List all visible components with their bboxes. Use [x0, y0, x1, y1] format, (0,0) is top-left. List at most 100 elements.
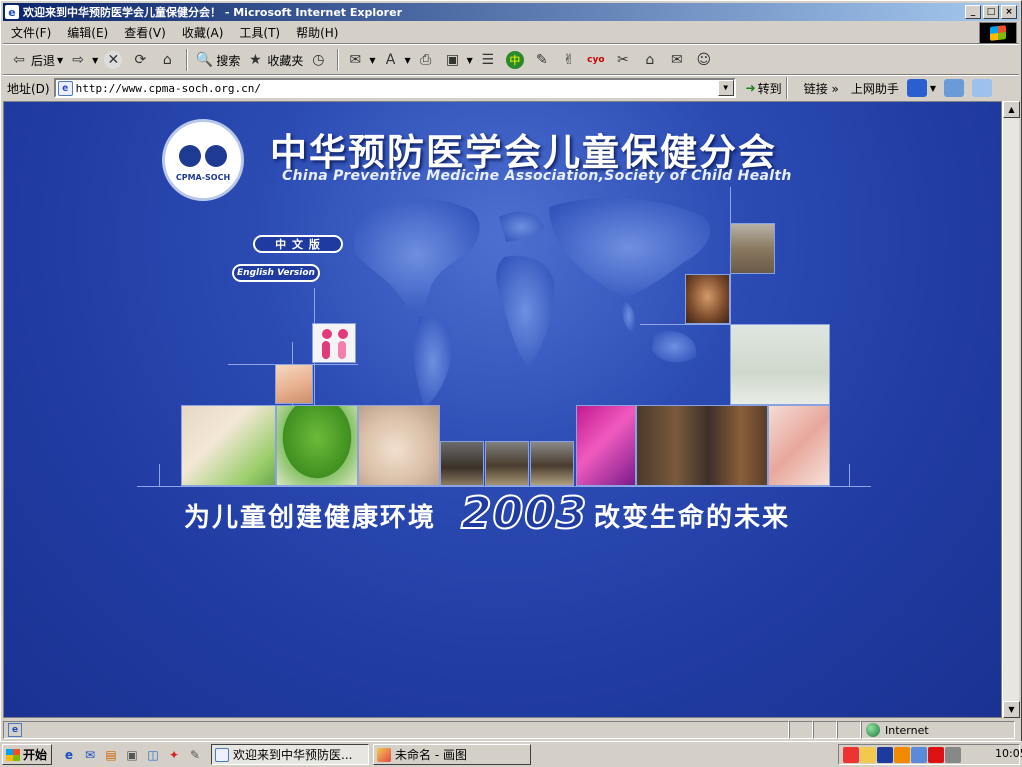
- plugin-button[interactable]: ✎: [530, 48, 557, 72]
- cells-photo: [768, 405, 830, 486]
- plugin-button[interactable]: ✉: [665, 48, 692, 72]
- back-label: 后退: [31, 53, 56, 68]
- edit-dropdown-icon[interactable]: ▼: [467, 56, 473, 65]
- plugin-user-icon: ☺: [696, 52, 712, 68]
- ie-task-icon: [215, 747, 229, 762]
- forward-button[interactable]: ⇨ ▼: [66, 48, 101, 72]
- great-wall-photo: [485, 441, 529, 486]
- helper-dropdown-icon[interactable]: ▼: [930, 84, 936, 93]
- address-bar: 地址(D) e http://www.cpma-soch.org.cn/ ▼ ➜…: [3, 76, 1019, 100]
- slogan-right: 改变生命的未来: [594, 503, 791, 533]
- windows-flag-icon: [6, 748, 20, 761]
- helper-check-icon[interactable]: [906, 79, 927, 97]
- children-group-photo: [636, 405, 768, 486]
- close-button[interactable]: ×: [1001, 5, 1017, 19]
- volume-icon[interactable]: [945, 746, 961, 763]
- menu-favorites[interactable]: 收藏(A): [174, 24, 232, 41]
- address-input[interactable]: e http://www.cpma-soch.org.cn/ ▼: [53, 78, 736, 98]
- mail-button[interactable]: ✉ ▼: [343, 48, 378, 72]
- fonts-dropdown-icon[interactable]: ▼: [405, 56, 411, 65]
- tray-icon[interactable]: [911, 746, 927, 763]
- mail-dropdown-icon[interactable]: ▼: [369, 56, 375, 65]
- plugin-translate-icon: ✎: [535, 52, 548, 68]
- stop-button[interactable]: ✕: [101, 48, 128, 72]
- app-quicklaunch-icon[interactable]: ◫: [144, 746, 162, 764]
- favorites-label: 收藏夹: [267, 53, 304, 68]
- address-url[interactable]: http://www.cpma-soch.org.cn/: [76, 82, 261, 95]
- tray-icon[interactable]: [894, 746, 910, 763]
- edit-button[interactable]: ▣ ▼: [441, 48, 476, 72]
- tray-icon[interactable]: [843, 746, 859, 763]
- taskbar: 开始 e ✉ ▤ ▣ ◫ ✦ ✎ 欢迎来到中华预防医... 未命名 - 画图 1…: [0, 741, 1022, 767]
- society-logo[interactable]: CPMA-SOCH: [162, 119, 244, 201]
- start-button[interactable]: 开始: [2, 744, 52, 765]
- status-cell: [837, 721, 861, 739]
- site-title-english: China Preventive Medicine Association,So…: [282, 168, 792, 184]
- menu-tools[interactable]: 工具(T): [231, 24, 288, 41]
- ie-quicklaunch-icon[interactable]: e: [60, 746, 78, 764]
- menu-edit[interactable]: 编辑(E): [59, 24, 116, 41]
- forward-dropdown-icon[interactable]: ▼: [92, 56, 98, 65]
- go-label: 转到: [757, 81, 782, 96]
- plugin-button[interactable]: ☺: [692, 48, 719, 72]
- print-button[interactable]: ⎙: [414, 48, 441, 72]
- english-version-link[interactable]: English Version: [232, 264, 320, 282]
- media-quicklaunch-icon[interactable]: ▣: [123, 746, 141, 764]
- history-button[interactable]: ◷: [306, 48, 333, 72]
- menu-help[interactable]: 帮助(H): [288, 24, 346, 41]
- go-button[interactable]: ➜ 转到: [746, 80, 782, 97]
- plugin-button[interactable]: ✌: [557, 48, 584, 72]
- minimize-button[interactable]: _: [965, 5, 981, 19]
- home-button[interactable]: ⌂: [155, 48, 182, 72]
- scroll-down-icon[interactable]: ▼: [1003, 701, 1020, 718]
- search-button[interactable]: 🔍 搜索: [192, 48, 243, 72]
- paint-task-icon: [377, 747, 391, 762]
- plugin-button[interactable]: 中: [503, 48, 530, 72]
- toolbar-separator: [186, 49, 189, 71]
- app-quicklaunch-icon[interactable]: ✎: [186, 746, 204, 764]
- scroll-up-icon[interactable]: ▲: [1003, 101, 1020, 118]
- title-bar[interactable]: e 欢迎来到中华预防医学会儿童保健分会！ - Microsoft Interne…: [3, 3, 1019, 21]
- kingsoft-icon[interactable]: [928, 746, 944, 763]
- search-icon: 🔍: [195, 52, 214, 68]
- fonts-button[interactable]: A ▼: [379, 48, 414, 72]
- links-button[interactable]: 链接 »: [804, 80, 839, 97]
- favorites-button[interactable]: ★ 收藏夹: [243, 48, 306, 72]
- back-dropdown-icon[interactable]: ▼: [57, 56, 63, 65]
- discuss-button[interactable]: ☰: [476, 48, 503, 72]
- chinese-version-link[interactable]: 中 文 版: [253, 235, 343, 253]
- plugin-button[interactable]: cyo: [584, 48, 611, 72]
- helper-clear-icon[interactable]: [972, 79, 993, 97]
- fonts-icon: A: [385, 52, 396, 68]
- back-button[interactable]: ⇦ 后退 ▼: [7, 48, 66, 72]
- divider-line: [849, 464, 850, 486]
- search-label: 搜索: [216, 53, 241, 68]
- plugin-yahoo-icon: ✌: [562, 52, 575, 68]
- vertical-scrollbar[interactable]: ▲ ▼: [1002, 101, 1020, 718]
- status-bar: e Internet: [3, 720, 1019, 740]
- outlook-quicklaunch-icon[interactable]: ✉: [81, 746, 99, 764]
- print-icon: ⎙: [420, 52, 432, 68]
- menu-view[interactable]: 查看(V): [116, 24, 174, 41]
- taskbar-item-paint[interactable]: 未命名 - 画图: [373, 744, 531, 765]
- helper-tool-icon[interactable]: [944, 79, 965, 97]
- maximize-button[interactable]: □: [983, 5, 999, 19]
- tray-icon[interactable]: [860, 746, 876, 763]
- desktop-quicklaunch-icon[interactable]: ▤: [102, 746, 120, 764]
- divider: [3, 43, 1019, 45]
- plugin-button[interactable]: ⌂: [638, 48, 665, 72]
- children-playing-photo: [730, 324, 830, 405]
- refresh-button[interactable]: ⟳: [128, 48, 155, 72]
- forward-arrow-icon: ⇨: [72, 52, 85, 68]
- plugin-button[interactable]: ✂: [611, 48, 638, 72]
- app-quicklaunch-icon[interactable]: ✦: [165, 746, 183, 764]
- taskbar-item-browser[interactable]: 欢迎来到中华预防医...: [211, 744, 369, 765]
- helper-button[interactable]: 上网助手: [851, 80, 899, 97]
- ime-ch-icon[interactable]: [877, 746, 893, 763]
- menu-file[interactable]: 文件(F): [3, 24, 59, 41]
- plugin-house-icon: ⌂: [645, 52, 655, 68]
- mother-child-photo: [181, 405, 276, 486]
- address-dropdown-icon[interactable]: ▼: [717, 80, 734, 96]
- child-portrait-photo: [685, 274, 730, 324]
- plugin-tool-icon: ✂: [616, 52, 629, 68]
